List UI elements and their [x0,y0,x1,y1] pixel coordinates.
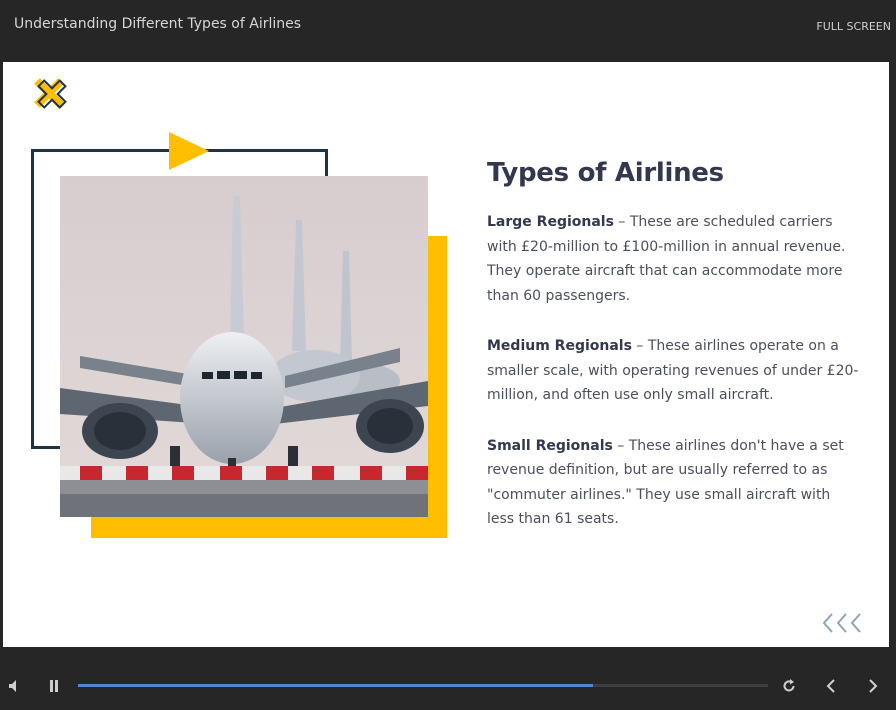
pause-icon[interactable] [46,676,62,696]
airplanes-photo [60,176,428,517]
slide-content: Types of Airlines Large Regionals – Thes… [487,158,859,558]
volume-icon[interactable] [6,676,22,696]
course-title: Understanding Different Types of Airline… [14,16,302,32]
section-large-regionals: Large Regionals – These are scheduled ca… [487,210,859,308]
replay-icon[interactable] [780,676,798,696]
play-triangle-icon [169,132,209,170]
section-term: Large Regionals [487,214,614,230]
section-small-regionals: Small Regionals – These airlines don't h… [487,434,859,532]
section-medium-regionals: Medium Regionals – These airlines operat… [487,334,859,408]
back-chevrons-icon[interactable] [821,611,863,635]
section-term: Medium Regionals [487,338,632,354]
top-bar: Understanding Different Types of Airline… [0,0,896,62]
next-icon[interactable] [864,676,882,696]
progress-fill [78,684,593,687]
brand-logo-icon [34,78,67,109]
slide-heading: Types of Airlines [487,158,724,188]
fullscreen-button[interactable]: FULL SCREEN [816,20,891,33]
previous-icon[interactable] [822,676,840,696]
slide: Types of Airlines Large Regionals – Thes… [3,62,889,647]
section-term: Small Regionals [487,437,613,454]
progress-bar[interactable] [78,684,768,687]
